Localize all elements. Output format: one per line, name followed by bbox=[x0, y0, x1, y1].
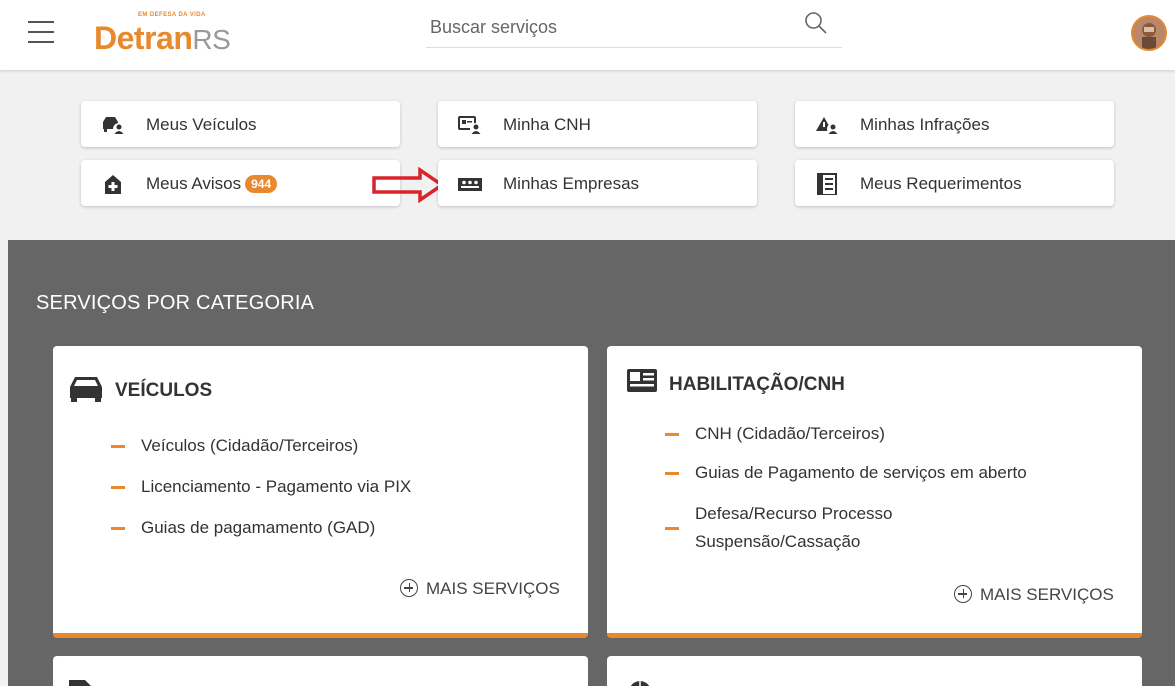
meus-avisos-label: Meus Avisos 944 bbox=[146, 174, 278, 194]
card-habilitacao-title: HABILITAÇÃO/CNH bbox=[669, 374, 845, 395]
section-title: SERVIÇOS POR CATEGORIA bbox=[36, 292, 315, 314]
minha-cnh-label: Minha CNH bbox=[503, 115, 591, 134]
search-input[interactable] bbox=[430, 14, 780, 40]
logo-wordmark: DetranRS bbox=[94, 20, 231, 56]
meus-veiculos-label: Meus Veículos bbox=[146, 115, 257, 134]
minhas-infracoes-button[interactable]: Minhas Infrações bbox=[795, 101, 1114, 147]
car-icon bbox=[70, 377, 102, 402]
car-user-icon bbox=[103, 117, 125, 135]
document-list-icon bbox=[817, 173, 837, 195]
warning-user-icon bbox=[816, 117, 839, 135]
meus-requerimentos-button[interactable]: Meus Requerimentos bbox=[795, 160, 1114, 206]
search-bar bbox=[426, 6, 842, 48]
minha-cnh-button[interactable]: Minha CNH bbox=[438, 101, 757, 147]
mais-servicos-habilitacao-link[interactable]: MAIS SERVIÇOS bbox=[954, 584, 1114, 605]
top-header: EM DEFESA DA VIDA DetranRS bbox=[0, 0, 1175, 70]
menu-icon[interactable] bbox=[28, 21, 54, 45]
search-icon[interactable] bbox=[803, 10, 829, 36]
services-section: SERVIÇOS POR CATEGORIA VEÍCULOS Veículos… bbox=[8, 240, 1175, 686]
meus-veiculos-button[interactable]: Meus Veículos bbox=[81, 101, 400, 147]
minhas-empresas-label: Minhas Empresas bbox=[503, 174, 640, 193]
minhas-empresas-button[interactable]: Minhas Empresas bbox=[438, 160, 757, 206]
user-photo-icon bbox=[1133, 17, 1165, 49]
plus-circle-icon bbox=[400, 578, 418, 597]
plus-circle-icon bbox=[954, 584, 972, 603]
minhas-infracoes-label: Minhas Infrações bbox=[860, 115, 990, 134]
card-veiculos: VEÍCULOS Veículos (Cidadão/Terceiros) Li… bbox=[53, 346, 588, 638]
red-arrow-annotation bbox=[372, 167, 446, 203]
card-partial-left[interactable] bbox=[53, 656, 588, 686]
card-veiculos-title: VEÍCULOS bbox=[115, 380, 213, 401]
logo-tagline: EM DEFESA DA VIDA bbox=[138, 12, 206, 18]
avisos-count-badge: 944 bbox=[245, 174, 278, 193]
company-card-icon bbox=[458, 178, 482, 191]
avatar[interactable] bbox=[1131, 15, 1167, 51]
meus-avisos-button[interactable]: Meus Avisos 944 bbox=[81, 160, 400, 206]
card-habilitacao: HABILITAÇÃO/CNH CNH (Cidadão/Terceiros) … bbox=[607, 346, 1142, 638]
notice-plus-icon bbox=[105, 175, 121, 194]
card-partial-right[interactable] bbox=[607, 656, 1142, 686]
globe-icon bbox=[630, 681, 650, 686]
meus-requerimentos-label: Meus Requerimentos bbox=[860, 174, 1022, 193]
mais-servicos-veiculos-link[interactable]: MAIS SERVIÇOS bbox=[400, 578, 560, 599]
id-card-icon bbox=[627, 369, 657, 392]
tag-icon bbox=[69, 680, 91, 686]
id-card-user-icon bbox=[458, 116, 482, 135]
